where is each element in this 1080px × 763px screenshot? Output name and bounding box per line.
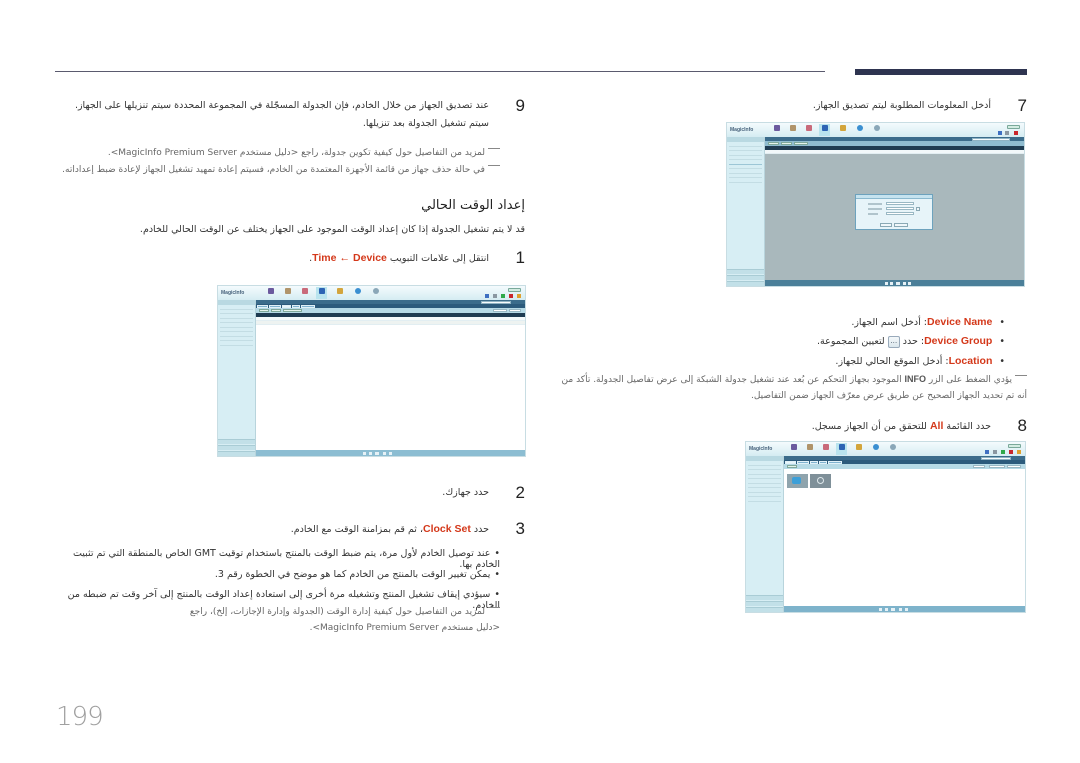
step-3: 3 حدد Clock Set، ثم قم بمزامنة الوقت مع … [60, 520, 525, 540]
ok-button [880, 223, 892, 227]
note-time-management: لمزيد من التفاصيل حول كيفية إدارة الوقت … [189, 607, 500, 633]
step-7: 7 أدخل المعلومات المطلوبة ليتم تصديق الج… [555, 97, 1027, 115]
field-location: Location: أدخل الموقع الحالي للجهاز. [555, 355, 1005, 367]
step-text: أدخل المعلومات المطلوبة ليتم تصديق الجها… [812, 100, 991, 111]
step-text: انتقل إلى علامات التبويب Time ← Device. [309, 252, 489, 264]
device-thumbnail [787, 474, 808, 488]
status-icon [1005, 131, 1009, 135]
playlist-icon [804, 443, 815, 455]
app-main [256, 300, 525, 456]
app-sidebar [746, 456, 784, 612]
app-main [784, 456, 1025, 612]
step-text: حدد جهازك. [442, 487, 489, 498]
field-device-group: Device Group: حدد … لتعيين المجموعة. [555, 335, 1005, 348]
step-number: 3 [515, 519, 525, 538]
user-icon [853, 443, 864, 455]
app-sidebar [727, 137, 765, 286]
logout-button [1008, 444, 1021, 448]
section-heading: إعداد الوقت الحالي [421, 198, 525, 213]
schedule-icon [299, 287, 310, 299]
logout-button [1007, 125, 1020, 129]
content-icon [788, 443, 799, 455]
app-header: MagicInfo [746, 442, 1025, 456]
app-main [765, 137, 1024, 286]
note-device-delete: في حالة حذف جهاز من قائمة الأجهزة المعتم… [60, 163, 500, 179]
step-text: عند تصديق الجهاز من خلال الخادم، فإن الج… [74, 100, 489, 130]
header-accent-bar [855, 69, 1027, 75]
app-sidebar [218, 300, 256, 456]
setting-icon [370, 287, 381, 299]
device-thumbnail-off [810, 474, 831, 488]
screenshot-approve-device: MagicInfo [726, 122, 1025, 287]
status-icon [1014, 131, 1018, 135]
app-logo: MagicInfo [749, 446, 773, 452]
step-number: 7 [1017, 96, 1027, 115]
step-text: حدد القائمة All للتحقق من أن الجهاز مسجل… [811, 420, 991, 432]
screenshot-time-tab: MagicInfo [217, 285, 526, 457]
bullet-change-time: يمكن تغيير الوقت بالمنتج من الخادم كما ه… [60, 569, 500, 580]
page-number: 199 [56, 702, 104, 732]
location-field [886, 212, 914, 215]
playlist-icon [282, 287, 293, 299]
user-icon [837, 124, 848, 136]
logout-button [508, 288, 521, 292]
statistics-icon [870, 443, 881, 455]
step-number: 8 [1017, 416, 1027, 435]
device-icon [819, 124, 830, 136]
app-header: MagicInfo [218, 286, 525, 300]
device-icon [316, 287, 327, 299]
header-rule [55, 71, 825, 72]
field-device-name: Device Name: أدخل اسم الجهاز. [555, 316, 1005, 328]
step-9: 9 عند تصديق الجهاز من خلال الخادم، فإن ا… [60, 97, 525, 133]
dialog-title [856, 195, 932, 199]
user-icon [334, 287, 345, 299]
note-schedule-config: لمزيد من التفاصيل حول كيفية تكوين جدولة،… [60, 146, 500, 162]
step-2: 2 حدد جهازك. [60, 484, 525, 502]
statistics-icon [352, 287, 363, 299]
cancel-button [894, 223, 908, 227]
step-1: 1 انتقل إلى علامات التبويب Time ← Device… [60, 249, 525, 269]
step-number: 9 [515, 96, 525, 115]
schedule-icon [803, 124, 814, 136]
setting-icon [871, 124, 882, 136]
app-logo: MagicInfo [221, 290, 245, 296]
statistics-icon [854, 124, 865, 136]
screenshot-all-devices: MagicInfo [745, 441, 1026, 613]
section-intro: قد لا يتم تشغيل الجدولة إذا كان إعداد ال… [139, 224, 525, 235]
approve-device-dialog [855, 194, 933, 230]
step-number: 2 [515, 483, 525, 502]
setting-icon [887, 443, 898, 455]
schedule-icon [820, 443, 831, 455]
app-header: MagicInfo [727, 123, 1024, 137]
step-text: حدد Clock Set، ثم قم بمزامنة الوقت مع ال… [290, 523, 489, 535]
app-logo: MagicInfo [730, 127, 754, 133]
step-number: 1 [515, 248, 525, 267]
device-group-field [886, 207, 914, 210]
bullet-gmt: عند توصيل الخادم لأول مرة، يتم ضبط الوقت… [60, 548, 500, 570]
step-8: 8 حدد القائمة All للتحقق من أن الجهاز مس… [555, 417, 1027, 437]
device-icon [836, 443, 847, 455]
arrow-icon: ← [339, 252, 351, 264]
status-icon [998, 131, 1002, 135]
content-icon [265, 287, 276, 299]
note-info-button: يؤدي الضغط على الزر INFO الموجود بجهاز ا… [561, 374, 1027, 401]
device-name-field [886, 202, 914, 205]
browse-group-icon: … [887, 335, 900, 348]
content-icon [771, 124, 782, 136]
playlist-icon [787, 124, 798, 136]
